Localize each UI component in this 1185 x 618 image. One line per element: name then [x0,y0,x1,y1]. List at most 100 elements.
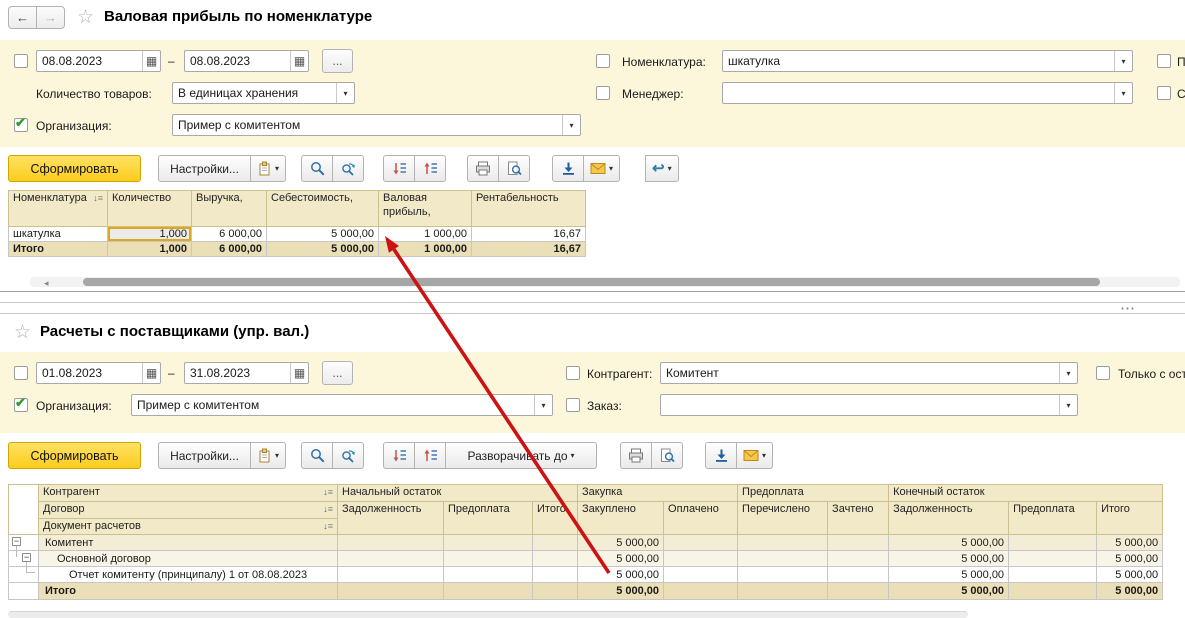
search-button[interactable] [301,442,333,469]
panel1-date-from-field[interactable]: 08.08.2023 ▦ [36,50,161,72]
cell-value[interactable] [1009,551,1097,567]
cell-value[interactable] [338,583,444,600]
nomenclature-checkbox[interactable] [596,54,610,68]
scroll-left-arrow-icon[interactable]: ◂ [44,279,49,288]
cell-cost[interactable]: 5 000,00 [267,242,379,257]
cell-value[interactable]: 5 000,00 [889,567,1009,583]
chevron-down-icon[interactable]: ▾ [1114,83,1132,103]
save-button[interactable] [552,155,584,182]
cell-value[interactable] [738,567,828,583]
manager-field[interactable]: ▾ [722,82,1133,104]
cell-value[interactable]: 5 000,00 [578,551,664,567]
panel1-org-select[interactable]: Пример с комитентом ▾ [172,114,581,136]
col-header-prepay-close[interactable]: Предоплата [1009,501,1097,535]
cell-name[interactable]: шкатулка [9,227,108,242]
contractor-checkbox[interactable] [566,366,580,380]
chevron-down-icon[interactable]: ▾ [1114,51,1132,71]
cell-margin[interactable]: 16,67 [472,227,586,242]
save-button[interactable] [705,442,737,469]
chevron-down-icon[interactable]: ▾ [562,115,580,135]
col-header-paid[interactable]: Оплачено [664,501,738,535]
print-button[interactable] [620,442,652,469]
chevron-down-icon[interactable]: ▾ [1059,363,1077,383]
favorite-star-icon[interactable]: ☆ [77,8,94,27]
cell-value[interactable] [664,583,738,600]
col-header-profit[interactable]: Валовая прибыль, [379,191,472,227]
cell-value[interactable] [533,551,578,567]
panel1-hscrollbar-thumb[interactable] [83,278,1100,286]
cell-value[interactable] [828,551,889,567]
cell-value[interactable] [738,583,828,600]
qty-select[interactable]: В единицах хранения ▾ [172,82,355,104]
col-header-debt-close[interactable]: Задолженность [889,501,1009,535]
only-with-balance-checkbox[interactable] [1096,366,1110,380]
panel1-generate-button[interactable]: Сформировать [8,155,141,182]
tree-collapse-toggle[interactable]: − [22,553,31,562]
tree-collapse-toggle[interactable]: − [12,537,21,546]
cell-value[interactable] [338,551,444,567]
calendar-icon[interactable]: ▦ [290,51,308,71]
panel1-period-checkbox[interactable] [14,54,28,68]
order-field[interactable]: ▾ [660,394,1078,416]
cell-value[interactable]: 5 000,00 [889,535,1009,551]
col-header-contract[interactable]: ↓≡Договор [39,501,338,518]
back-button[interactable]: ← [8,6,37,29]
panel2-generate-button[interactable]: Сформировать [8,442,141,469]
panel2-date-from-field[interactable]: 01.08.2023 ▦ [36,362,161,384]
cell-value[interactable]: 5 000,00 [1097,551,1163,567]
collapse-groups-button[interactable] [383,155,415,182]
cell-margin[interactable]: 16,67 [472,242,586,257]
cell-value[interactable] [664,567,738,583]
panel2-period-more-button[interactable]: ... [322,361,353,385]
cell-value[interactable] [664,551,738,567]
panel2-org-checkbox[interactable]: ✔ [14,398,28,412]
search-next-button[interactable] [332,155,364,182]
col-header-quantity[interactable]: Количество [108,191,192,227]
cell-value[interactable] [533,567,578,583]
cell-value[interactable]: 5 000,00 [578,583,664,600]
cell-label[interactable]: Отчет комитенту (принципалу) 1 от 08.08.… [39,567,338,583]
manager-checkbox[interactable] [596,86,610,100]
col-header-total-open[interactable]: Итого [533,501,578,535]
cell-value[interactable] [1009,583,1097,600]
cell-value[interactable] [533,535,578,551]
group-header-closing-balance[interactable]: Конечный остаток [889,485,1163,502]
cell-value[interactable] [444,535,533,551]
cell-profit[interactable]: 1 000,00 [379,227,472,242]
cell-label[interactable]: Итого [39,583,338,600]
cell-quantity-selected[interactable]: 1,000 [108,227,192,242]
cell-value[interactable]: 5 000,00 [889,551,1009,567]
cell-value[interactable] [1009,567,1097,583]
cell-value[interactable]: 5 000,00 [1097,535,1163,551]
cell-name[interactable]: Итого [9,242,108,257]
col-header-transferred[interactable]: Перечислено [738,501,828,535]
settings-variant-button[interactable]: ▾ [250,155,286,182]
panel2-hscrollbar[interactable] [8,611,968,618]
group-header-opening-balance[interactable]: Начальный остаток [338,485,578,502]
panel1-org-checkbox[interactable]: ✔ [14,118,28,132]
send-mail-button[interactable]: ▾ [583,155,620,182]
col-header-prepay-open[interactable]: Предоплата [444,501,533,535]
col-header-purchased[interactable]: Закуплено [578,501,664,535]
col-header-contractor[interactable]: ↓≡Контрагент [39,485,338,502]
contractor-field[interactable]: Комитент ▾ [660,362,1078,384]
settings-variant-button[interactable]: ▾ [250,442,286,469]
col-header-nomenclature[interactable]: ↓≡Номенклатура [9,191,108,227]
cell-value[interactable] [738,535,828,551]
cell-value[interactable] [444,567,533,583]
cell-value[interactable] [533,583,578,600]
panel2-org-select[interactable]: Пример с комитентом ▾ [131,394,553,416]
col-header-debt-open[interactable]: Задолженность [338,501,444,535]
cell-value[interactable] [338,535,444,551]
panel1-right-checkbox1[interactable] [1157,54,1171,68]
cell-label[interactable]: Основной договор [39,551,338,567]
panel1-date-to-field[interactable]: 08.08.2023 ▦ [184,50,309,72]
nomenclature-field[interactable]: шкатулка ▾ [722,50,1133,72]
group-header-purchase[interactable]: Закупка [578,485,738,502]
print-preview-button[interactable] [498,155,530,182]
forward-button[interactable]: → [36,6,65,29]
cell-revenue[interactable]: 6 000,00 [192,242,267,257]
panel2-period-checkbox[interactable] [14,366,28,380]
cell-value[interactable]: 5 000,00 [1097,583,1163,600]
cell-value[interactable] [444,583,533,600]
